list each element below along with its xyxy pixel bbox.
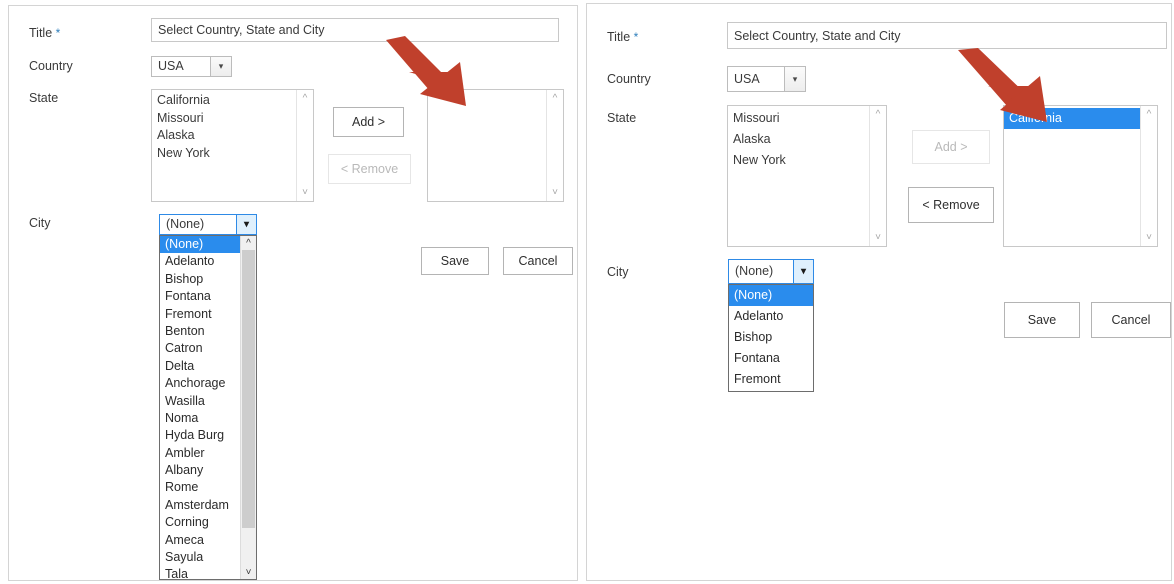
list-item[interactable]: Noma xyxy=(160,410,240,427)
country-select[interactable]: USA ▾ xyxy=(151,56,232,77)
country-label: Country xyxy=(607,72,651,86)
list-item[interactable]: Bishop xyxy=(160,271,240,288)
state-label: State xyxy=(607,111,637,125)
state-selected-scrollbar[interactable]: ^ ˅ xyxy=(546,90,563,201)
save-button[interactable]: Save xyxy=(1004,302,1080,338)
list-item[interactable]: Fremont xyxy=(160,306,240,323)
city-select-value: (None) xyxy=(735,264,774,279)
cancel-button[interactable]: Cancel xyxy=(503,247,573,275)
chevron-down-icon: ▾ xyxy=(784,67,805,91)
country-select-value: USA xyxy=(734,71,760,86)
required-asterisk: * xyxy=(55,26,61,40)
list-item[interactable]: (None) xyxy=(160,236,240,254)
list-item[interactable]: Fontana xyxy=(160,288,240,305)
city-dropdown-scrollbar[interactable]: ^ ˅ xyxy=(240,236,256,579)
chevron-up-icon[interactable]: ^ xyxy=(547,91,563,106)
form-panel-after: Title * Country USA ▾ State MissouriAlas… xyxy=(586,3,1172,581)
list-item[interactable]: Alaska xyxy=(728,129,869,150)
state-selected-items[interactable]: California xyxy=(1004,106,1140,246)
list-item[interactable]: Missouri xyxy=(152,110,296,128)
title-label: Title * xyxy=(607,31,638,44)
country-select-value: USA xyxy=(158,59,184,74)
city-option-list[interactable]: (None) Adelanto Bishop Fontana Fremont xyxy=(729,285,813,391)
list-item[interactable]: Albany xyxy=(160,462,240,479)
state-selected-items[interactable] xyxy=(428,90,546,201)
list-item[interactable]: Missouri xyxy=(728,108,869,129)
state-label: State xyxy=(29,91,59,105)
list-item[interactable]: Bishop xyxy=(729,327,813,348)
list-item[interactable]: (None) xyxy=(729,285,813,306)
save-button[interactable]: Save xyxy=(421,247,489,275)
city-option-list[interactable]: (None) Adelanto Bishop Fontana Fremont Benton… xyxy=(160,236,240,579)
chevron-up-icon[interactable]: ^ xyxy=(241,236,256,250)
remove-button: < Remove xyxy=(328,154,411,184)
list-item[interactable]: Benton xyxy=(160,323,240,340)
chevron-down-icon[interactable]: ˅ xyxy=(1141,230,1157,245)
remove-button[interactable]: < Remove xyxy=(908,187,994,223)
list-item[interactable]: Ambler xyxy=(160,445,240,462)
chevron-up-icon[interactable]: ^ xyxy=(1141,107,1157,122)
city-label: City xyxy=(29,216,51,230)
state-selected-scrollbar[interactable]: ^ ˅ xyxy=(1140,106,1157,246)
city-select-value: (None) xyxy=(166,217,205,232)
list-item[interactable]: Adelanto xyxy=(160,253,240,270)
state-available-listbox[interactable]: California Missouri Alaska New York ^ ˅ xyxy=(151,89,314,202)
list-item[interactable]: New York xyxy=(728,150,869,171)
chevron-up-icon[interactable]: ^ xyxy=(870,107,886,122)
state-available-scrollbar[interactable]: ^ ˅ xyxy=(296,90,313,201)
state-available-items[interactable]: Missouri Alaska New York xyxy=(728,106,869,246)
list-item[interactable]: Alaska xyxy=(152,127,296,145)
city-select-dropdown[interactable]: (None) Adelanto Bishop Fontana Fremont xyxy=(728,284,814,392)
list-item[interactable]: Rome xyxy=(160,479,240,496)
list-item[interactable]: Wasilla xyxy=(160,393,240,410)
title-input[interactable] xyxy=(727,22,1167,49)
state-selected-listbox[interactable]: ^ ˅ xyxy=(427,89,564,202)
list-item[interactable]: Corning xyxy=(160,514,240,531)
chevron-down-icon[interactable]: ˅ xyxy=(297,185,313,200)
title-input[interactable] xyxy=(151,18,559,42)
add-button: Add > xyxy=(912,130,990,164)
list-item[interactable]: Tala xyxy=(160,566,240,579)
title-label-text: Title xyxy=(607,30,631,44)
state-available-items[interactable]: California Missouri Alaska New York xyxy=(152,90,296,201)
list-item[interactable]: Sayula xyxy=(160,549,240,566)
required-asterisk: * xyxy=(633,30,639,44)
city-select[interactable]: (None) ▾ xyxy=(728,259,814,284)
state-available-listbox[interactable]: Missouri Alaska New York ^ ˅ xyxy=(727,105,887,247)
chevron-down-icon[interactable]: ˅ xyxy=(870,230,886,245)
scrollbar-thumb[interactable] xyxy=(242,250,255,528)
chevron-down-icon[interactable]: ˅ xyxy=(547,185,563,200)
list-item[interactable]: Amsterdam xyxy=(160,497,240,514)
title-label-text: Title xyxy=(29,26,53,40)
title-label: Title * xyxy=(29,27,60,40)
list-item[interactable]: Fontana xyxy=(729,348,813,369)
list-item[interactable]: Delta xyxy=(160,358,240,375)
list-item[interactable]: Hyda Burg xyxy=(160,427,240,444)
city-select-dropdown[interactable]: (None) Adelanto Bishop Fontana Fremont Benton… xyxy=(159,235,257,580)
list-item[interactable]: Fremont xyxy=(729,369,813,390)
city-select[interactable]: (None) ▾ xyxy=(159,214,257,235)
list-item[interactable]: California xyxy=(152,92,296,110)
city-label: City xyxy=(607,265,629,279)
chevron-down-icon[interactable]: ▾ xyxy=(236,215,256,234)
list-item[interactable]: Adelanto xyxy=(729,306,813,327)
form-panel-before: Title * Country USA ▾ State CaliforniaMi… xyxy=(8,5,578,581)
country-label: Country xyxy=(29,59,73,73)
list-item[interactable]: New York xyxy=(152,145,296,163)
chevron-up-icon[interactable]: ^ xyxy=(297,91,313,106)
list-item[interactable]: Ameca xyxy=(160,532,240,549)
chevron-down-icon[interactable]: ˅ xyxy=(241,565,256,579)
state-available-scrollbar[interactable]: ^ ˅ xyxy=(869,106,886,246)
screenshot-stage: Title * Country USA ▾ State CaliforniaMi… xyxy=(0,0,1174,584)
list-item[interactable]: Catron xyxy=(160,340,240,357)
country-select[interactable]: USA ▾ xyxy=(727,66,806,92)
cancel-button[interactable]: Cancel xyxy=(1091,302,1171,338)
state-selected-listbox[interactable]: California ^ ˅ xyxy=(1003,105,1158,247)
list-item[interactable]: Anchorage xyxy=(160,375,240,392)
chevron-down-icon[interactable]: ▾ xyxy=(793,260,813,283)
add-button[interactable]: Add > xyxy=(333,107,404,137)
chevron-down-icon: ▾ xyxy=(210,57,231,76)
list-item[interactable]: California xyxy=(1004,108,1140,129)
